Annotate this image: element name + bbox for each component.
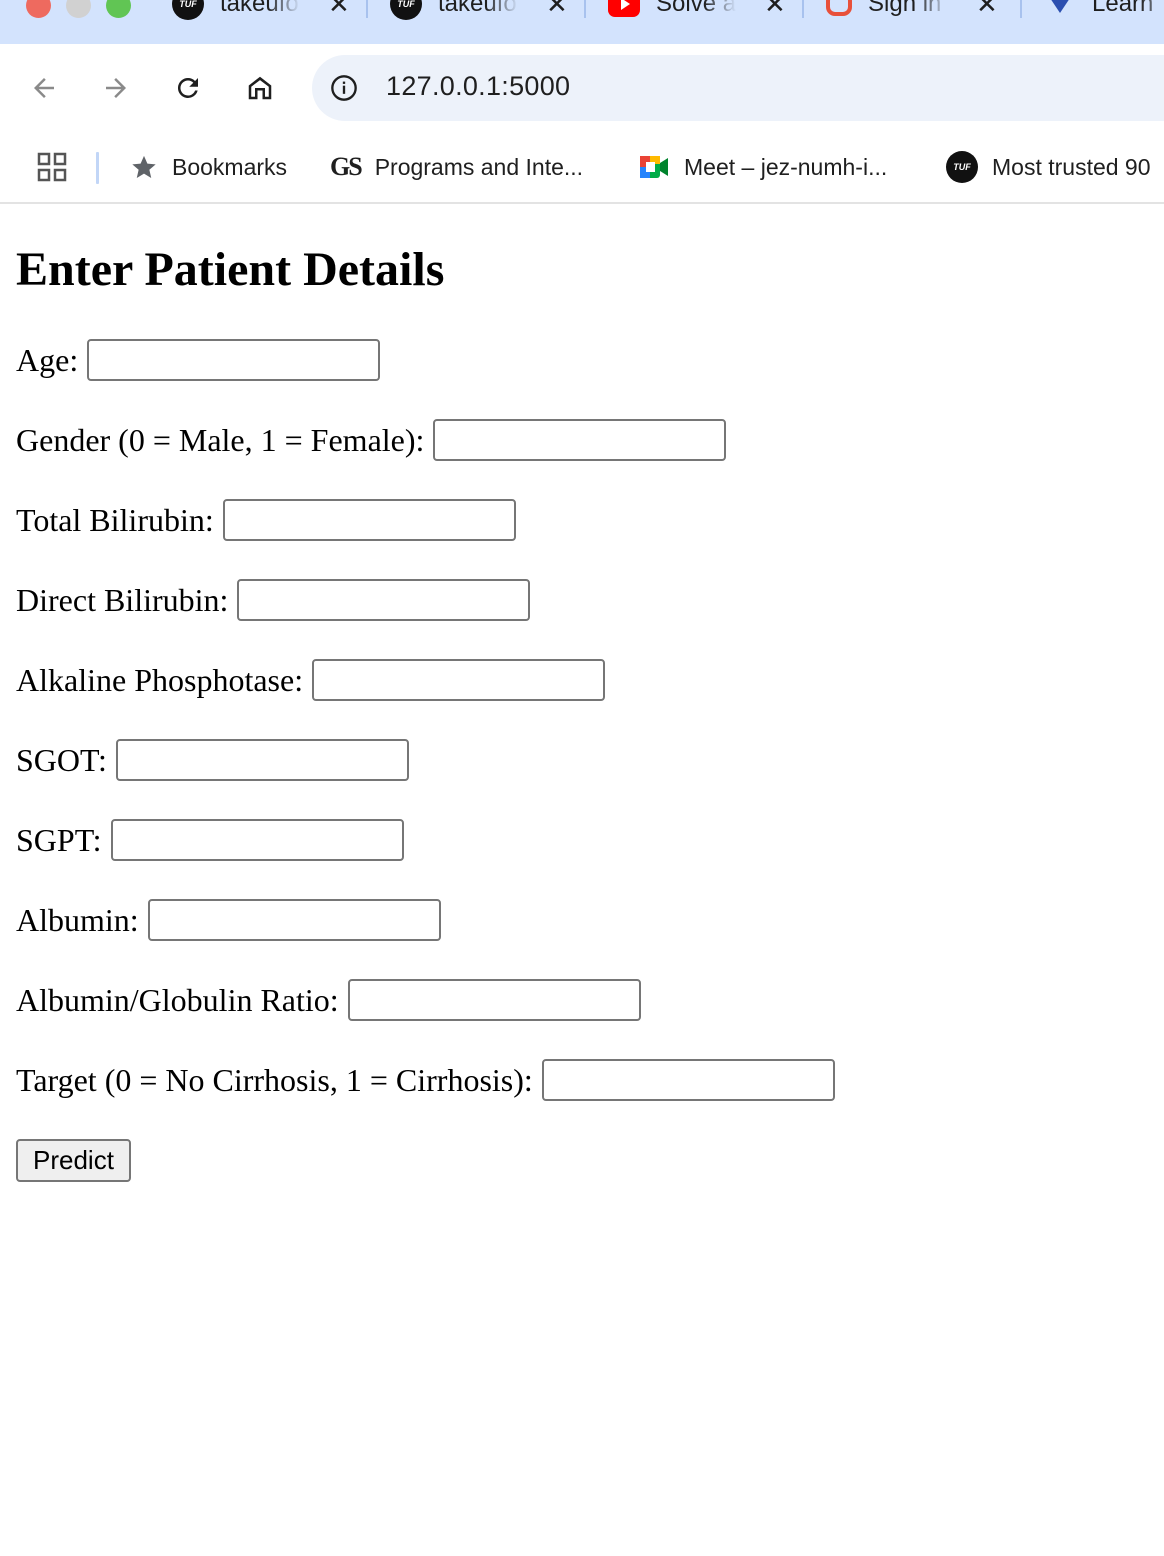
tab-title: Learn: [1092, 0, 1154, 17]
address-bar[interactable]: 127.0.0.1:5000: [312, 55, 1164, 121]
tab-close-icon[interactable]: ✕: [764, 0, 786, 17]
url-text[interactable]: 127.0.0.1:5000: [386, 71, 570, 102]
home-icon: [248, 76, 272, 100]
tab-separator: [802, 0, 804, 18]
home-button[interactable]: [236, 64, 284, 112]
field-gender: Gender (0 = Male, 1 = Female):: [16, 418, 727, 462]
window-maximize-button[interactable]: [106, 0, 131, 18]
back-button[interactable]: [20, 64, 68, 112]
ag-ratio-input[interactable]: [347, 979, 641, 1021]
albumin-input[interactable]: [147, 899, 441, 941]
field-label: Total Bilirubin:: [16, 502, 214, 538]
age-input[interactable]: [87, 339, 381, 381]
tab-separator: [366, 0, 368, 18]
bookmark-item-programs[interactable]: GS Programs and Inte...: [330, 151, 583, 183]
arrow-left-icon: [34, 78, 54, 98]
tab-separator: [584, 0, 586, 18]
reload-button[interactable]: [164, 64, 212, 112]
tab-separator: [1020, 0, 1022, 18]
forward-button[interactable]: [92, 64, 140, 112]
bookmark-item-most-trusted[interactable]: TUF Most trusted 90: [946, 151, 1151, 183]
field-label: SGOT:: [16, 742, 107, 778]
field-sgpt: SGPT:: [16, 818, 404, 862]
google-meet-icon: [640, 156, 668, 178]
field-label: Direct Bilirubin:: [16, 582, 229, 618]
browser-tab[interactable]: Learn: [1044, 0, 1164, 22]
predict-button[interactable]: Predict: [16, 1139, 131, 1182]
browser-tab[interactable]: Solve a ✕: [608, 0, 786, 22]
tab-strip: TUF takeuforward ✕ TUF takeuforward ✕ So…: [0, 0, 1164, 44]
field-ag-ratio: Albumin/Globulin Ratio:: [16, 978, 641, 1022]
field-albumin: Albumin:: [16, 898, 441, 942]
tuf-favicon-icon: TUF: [172, 0, 204, 20]
browser-toolbar: 127.0.0.1:5000: [0, 44, 1164, 132]
window-minimize-button[interactable]: [66, 0, 91, 18]
bookmark-item-bookmarks[interactable]: Bookmarks: [130, 151, 287, 183]
sgpt-input[interactable]: [110, 819, 404, 861]
reload-icon: [177, 77, 198, 98]
field-total-bilirubin: Total Bilirubin:: [16, 498, 516, 542]
page-content: Enter Patient Details Age: Gender (0 = M…: [0, 204, 1164, 1556]
tuf-favicon-icon: TUF: [946, 151, 978, 183]
total-bilirubin-input[interactable]: [222, 499, 516, 541]
field-label: Target (0 = No Cirrhosis, 1 = Cirrhosis)…: [16, 1062, 533, 1098]
field-label: Alkaline Phosphotase:: [16, 662, 304, 698]
bookmarks-separator: [96, 152, 99, 184]
tab-title: Solve a: [656, 0, 736, 17]
tab-title: takeuforward: [220, 0, 300, 17]
bookmark-label: Most trusted 90: [992, 153, 1151, 180]
tab-close-icon[interactable]: ✕: [328, 0, 350, 17]
field-label: Gender (0 = Male, 1 = Female):: [16, 422, 425, 458]
field-label: Albumin:: [16, 902, 139, 938]
field-age: Age:: [16, 338, 381, 382]
field-label: Age:: [16, 342, 79, 378]
bookmark-item-meet[interactable]: Meet – jez-numh-i...: [638, 151, 887, 183]
tab-title: takeuforward: [438, 0, 518, 17]
youtube-favicon-icon: [608, 0, 640, 17]
target-input[interactable]: [541, 1059, 835, 1101]
learn-favicon-icon: [1044, 0, 1076, 20]
browser-tab[interactable]: Sign in ✕: [826, 0, 998, 22]
tuf-favicon-icon: TUF: [390, 0, 422, 20]
arrow-right-icon: [106, 78, 126, 98]
tab-close-icon[interactable]: ✕: [976, 0, 998, 17]
field-sgot: SGOT:: [16, 738, 409, 782]
bookmark-label: Bookmarks: [172, 153, 288, 180]
gender-input[interactable]: [433, 419, 727, 461]
gs-logo-icon: GS: [330, 152, 363, 181]
field-direct-bilirubin: Direct Bilirubin:: [16, 578, 531, 622]
browser-tab[interactable]: TUF takeuforward ✕: [390, 0, 568, 22]
info-icon[interactable]: [330, 74, 358, 102]
direct-bilirubin-input[interactable]: [237, 579, 531, 621]
star-icon: [132, 155, 156, 178]
field-label: SGPT:: [16, 822, 102, 858]
apps-grid-icon: [37, 152, 67, 182]
tab-close-icon[interactable]: ✕: [546, 0, 568, 17]
field-target: Target (0 = No Cirrhosis, 1 = Cirrhosis)…: [16, 1058, 835, 1102]
field-alkaline-phosphotase: Alkaline Phosphotase:: [16, 658, 606, 702]
signin-favicon-icon: [826, 0, 852, 16]
tab-title: Sign in: [868, 0, 942, 17]
browser-tab[interactable]: TUF takeuforward ✕: [172, 0, 350, 22]
field-label: Albumin/Globulin Ratio:: [16, 982, 339, 1018]
sgot-input[interactable]: [115, 739, 409, 781]
bookmark-label: Programs and Inte...: [374, 153, 584, 180]
apps-button[interactable]: [36, 151, 68, 183]
window-close-button[interactable]: [26, 0, 51, 18]
alkaline-phosphotase-input[interactable]: [312, 659, 606, 701]
bookmark-label: Meet – jez-numh-i...: [684, 153, 888, 180]
page-title: Enter Patient Details: [16, 243, 445, 296]
bookmarks-bar: Bookmarks GS Programs and Inte... Meet –…: [0, 132, 1164, 204]
